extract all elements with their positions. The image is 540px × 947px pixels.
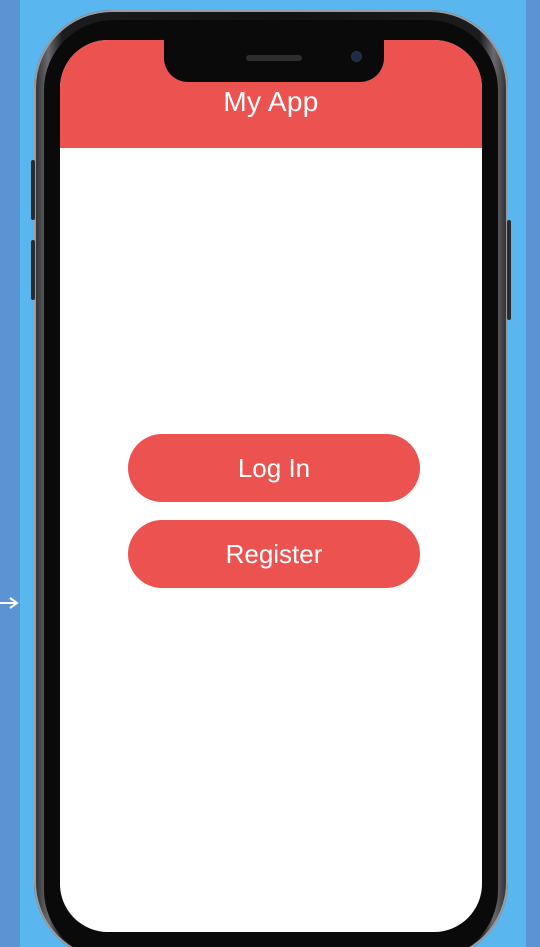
phone-notch xyxy=(164,40,384,82)
left-background-strip xyxy=(0,0,20,947)
speaker-grille xyxy=(246,55,302,61)
front-camera xyxy=(352,52,361,61)
phone-side-button xyxy=(31,240,35,300)
phone-side-button xyxy=(31,160,35,220)
right-background-strip xyxy=(526,0,540,947)
app-title: My App xyxy=(223,86,319,117)
phone-power-button xyxy=(507,220,511,320)
presentation-background: My App Log In Register xyxy=(0,0,540,947)
login-button[interactable]: Log In xyxy=(128,434,420,502)
app-screen: My App Log In Register xyxy=(60,40,482,932)
arrow-right-icon xyxy=(0,597,19,609)
register-button[interactable]: Register xyxy=(128,520,420,588)
phone-frame: My App Log In Register xyxy=(31,10,511,947)
